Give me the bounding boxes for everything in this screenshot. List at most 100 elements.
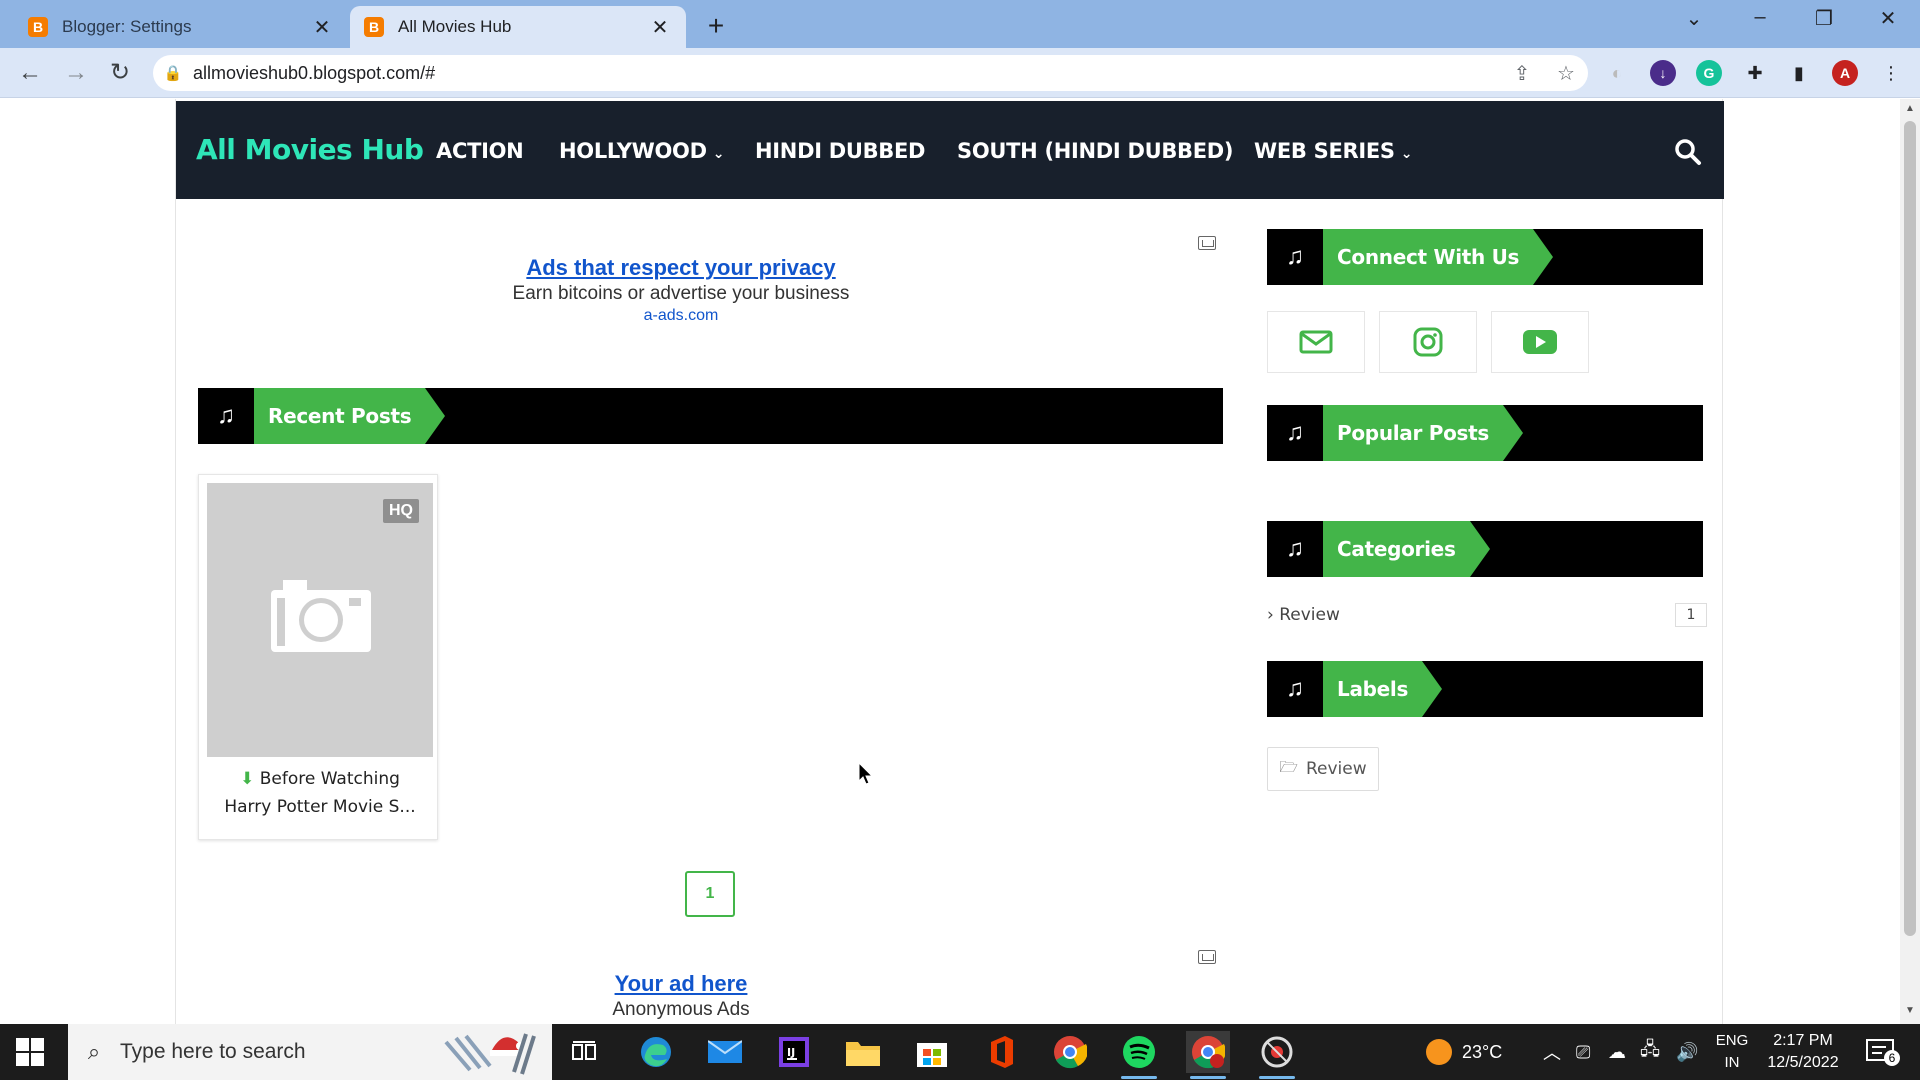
grammarly-extension-icon[interactable]: G bbox=[1696, 60, 1722, 86]
menu-action[interactable]: ACTION bbox=[436, 139, 524, 163]
side-panel-icon[interactable]: ▮ bbox=[1786, 60, 1812, 86]
onedrive-icon[interactable]: ☁ bbox=[1608, 1024, 1626, 1080]
clock-date: 12/5/2022 bbox=[1767, 1054, 1839, 1071]
category-item[interactable]: › Review 1 bbox=[1267, 603, 1707, 629]
device-icon[interactable]: ⎚ bbox=[1576, 1024, 1590, 1080]
site-logo[interactable]: All Movies Hub bbox=[196, 133, 424, 166]
social-youtube[interactable] bbox=[1491, 311, 1589, 373]
file-explorer-icon[interactable] bbox=[841, 1031, 885, 1073]
microsoft-store-icon[interactable] bbox=[910, 1031, 954, 1073]
windows-start-icon[interactable] bbox=[16, 1038, 44, 1066]
weather-temperature: 23°C bbox=[1462, 1041, 1503, 1062]
language-indicator[interactable]: ENG IN bbox=[1712, 1030, 1752, 1074]
top-ad: Ads that respect your privacy Earn bitco… bbox=[476, 255, 886, 325]
post-card[interactable]: HQ ⬇ Before Watching Harry Potter Movie … bbox=[198, 474, 438, 840]
address-bar[interactable]: 🔒 allmovieshub0.blogspot.com/# ⇪ ☆ bbox=[153, 55, 1588, 91]
active-app-indicator bbox=[1259, 1076, 1295, 1079]
url-text[interactable]: allmovieshub0.blogspot.com/# bbox=[193, 63, 1500, 84]
notification-center-icon[interactable]: 6 bbox=[1866, 1024, 1900, 1080]
tab-title: Blogger: Settings bbox=[62, 17, 192, 36]
tab-close-icon[interactable]: ✕ bbox=[648, 15, 672, 40]
chrome-icon[interactable] bbox=[1048, 1031, 1092, 1073]
search-icon[interactable] bbox=[1673, 137, 1703, 167]
show-hidden-icons-chevron-icon[interactable]: ︿ bbox=[1543, 1024, 1561, 1080]
browser-tab-strip: B Blogger: Settings ✕ B All Movies Hub ✕… bbox=[0, 0, 1920, 48]
bottom-ad: Your ad here Anonymous Ads bbox=[536, 971, 826, 1021]
notification-count-badge: 6 bbox=[1884, 1050, 1900, 1066]
volume-icon[interactable]: 🔊 bbox=[1676, 1024, 1698, 1080]
bookmark-star-icon[interactable]: ☆ bbox=[1544, 61, 1588, 86]
chevron-down-icon: ⌄ bbox=[1400, 146, 1413, 162]
youtube-icon bbox=[1523, 330, 1557, 354]
back-button[interactable]: ← bbox=[14, 58, 46, 88]
ad-domain-link[interactable]: a-ads.com bbox=[476, 307, 886, 325]
scroll-up-arrow-icon[interactable]: ▲ bbox=[1900, 103, 1920, 114]
intellij-icon[interactable]: IJ bbox=[772, 1031, 816, 1073]
connect-heading: ♫ Connect With Us bbox=[1267, 229, 1703, 285]
music-note-icon: ♫ bbox=[1286, 675, 1304, 702]
instagram-icon bbox=[1413, 327, 1443, 357]
page-scrollbar[interactable]: ▲ ▼ bbox=[1900, 99, 1920, 1024]
chrome-profile-icon[interactable] bbox=[1186, 1031, 1230, 1079]
tab-close-icon[interactable]: ✕ bbox=[310, 15, 334, 40]
label-review-button[interactable]: 🗁 Review bbox=[1267, 747, 1379, 791]
labels-title: Labels bbox=[1323, 661, 1443, 717]
categories-heading: ♫ Categories bbox=[1267, 521, 1703, 577]
extensions-puzzle-icon[interactable]: ✚ bbox=[1742, 60, 1768, 86]
profile-avatar[interactable]: A bbox=[1832, 60, 1858, 86]
download-extension-icon[interactable]: ↓ bbox=[1650, 60, 1676, 86]
close-window-button[interactable]: ✕ bbox=[1868, 6, 1908, 31]
menu-web-series[interactable]: WEB SERIES ⌄ bbox=[1254, 139, 1412, 163]
spotify-icon[interactable] bbox=[1117, 1031, 1161, 1079]
share-icon[interactable]: ⇪ bbox=[1500, 61, 1544, 86]
holiday-search-highlight-icon bbox=[444, 1033, 536, 1075]
ad-info-icon[interactable] bbox=[1198, 236, 1216, 250]
mail-app-icon[interactable] bbox=[703, 1031, 747, 1073]
task-view-icon[interactable] bbox=[562, 1031, 606, 1073]
taskbar-search-box[interactable]: ⌕ Type here to search bbox=[68, 1024, 552, 1080]
windows-taskbar: ⌕ Type here to search IJ 23°C ︿ ⎚ ☁ 🖧 🔊 … bbox=[0, 1024, 1920, 1080]
new-tab-button[interactable]: + bbox=[700, 10, 732, 42]
menu-hollywood[interactable]: HOLLYWOOD ⌄ bbox=[559, 139, 724, 163]
edge-browser-icon[interactable] bbox=[634, 1031, 678, 1073]
ad-title-link[interactable]: Ads that respect your privacy bbox=[476, 255, 886, 281]
category-name[interactable]: Review bbox=[1279, 605, 1340, 625]
restore-button[interactable]: ❐ bbox=[1804, 6, 1844, 31]
menu-south-hindi-dubbed[interactable]: SOUTH (HINDI DUBBED) bbox=[957, 139, 1234, 163]
download-icon: ⬇ bbox=[240, 769, 255, 789]
social-instagram[interactable] bbox=[1379, 311, 1477, 373]
pagination-page-1[interactable]: 1 bbox=[685, 871, 735, 917]
network-icon[interactable]: 🖧 bbox=[1640, 1024, 1660, 1080]
reload-button[interactable]: ↻ bbox=[104, 58, 136, 88]
tab-blogger-settings[interactable]: B Blogger: Settings ✕ bbox=[14, 6, 348, 48]
weather-widget[interactable]: 23°C bbox=[1424, 1024, 1502, 1080]
scroll-down-arrow-icon[interactable]: ▼ bbox=[1900, 1005, 1920, 1016]
lock-icon[interactable]: 🔒 bbox=[153, 64, 193, 82]
social-mail[interactable] bbox=[1267, 311, 1365, 373]
minimize-button[interactable]: – bbox=[1740, 6, 1780, 29]
system-clock[interactable]: 2:17 PM 12/5/2022 bbox=[1758, 1030, 1848, 1074]
labels-heading: ♫ Labels bbox=[1267, 661, 1703, 717]
category-count: 1 bbox=[1675, 603, 1707, 627]
moon-extension-icon[interactable]: ◐ bbox=[1604, 60, 1630, 86]
folder-open-icon: 🗁 bbox=[1279, 757, 1298, 776]
post-title[interactable]: ⬇ Before Watching Harry Potter Movie S..… bbox=[207, 765, 433, 821]
popular-posts-heading: ♫ Popular Posts bbox=[1267, 405, 1703, 461]
forward-button[interactable]: → bbox=[60, 58, 92, 88]
blogger-favicon-icon: B bbox=[28, 17, 48, 37]
menu-hindi-dubbed[interactable]: HINDI DUBBED bbox=[755, 139, 926, 163]
chevron-down-icon: ⌄ bbox=[712, 146, 725, 162]
ad-info-icon[interactable] bbox=[1198, 950, 1216, 964]
ad-title-link[interactable]: Your ad here bbox=[536, 971, 826, 997]
post-thumbnail[interactable]: HQ bbox=[207, 483, 433, 757]
tab-all-movies-hub[interactable]: B All Movies Hub ✕ bbox=[350, 6, 686, 48]
recent-posts-heading: ♫ Recent Posts bbox=[198, 388, 1223, 444]
office-icon[interactable] bbox=[979, 1031, 1023, 1073]
sun-icon bbox=[1426, 1039, 1452, 1065]
browser-toolbar: ← → ↻ 🔒 allmovieshub0.blogspot.com/# ⇪ ☆… bbox=[0, 48, 1920, 98]
screen-recorder-icon[interactable] bbox=[1255, 1031, 1299, 1079]
chrome-menu-icon[interactable]: ⋮ bbox=[1878, 60, 1904, 86]
mouse-cursor-icon bbox=[858, 762, 874, 785]
scrollbar-thumb[interactable] bbox=[1904, 121, 1916, 936]
tab-search-chevron-icon[interactable]: ⌄ bbox=[1674, 6, 1714, 31]
